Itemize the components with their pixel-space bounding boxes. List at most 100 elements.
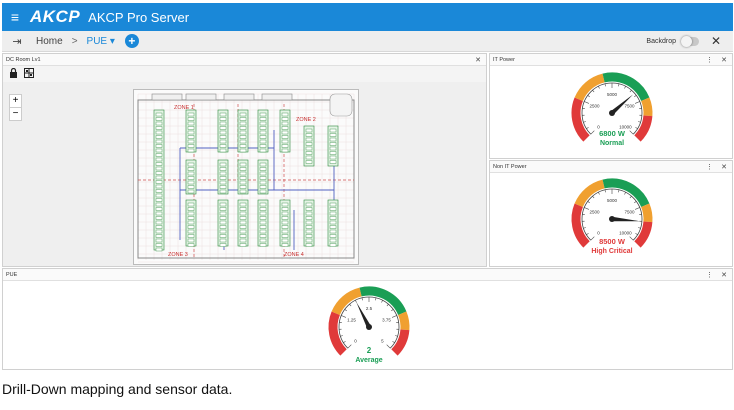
rack-unit <box>329 146 337 151</box>
pue-close-icon[interactable]: ✕ <box>721 271 727 279</box>
it_power-gauge-band <box>571 97 590 142</box>
rack-unit <box>259 176 267 180</box>
it-power-close-icon[interactable]: ✕ <box>721 56 727 64</box>
lock-icon[interactable] <box>9 67 18 80</box>
breadcrumb-home[interactable]: Home <box>36 36 63 47</box>
non_it_power-gauge-tick <box>604 189 606 193</box>
rack-unit <box>155 130 163 135</box>
rack-unit <box>305 211 313 216</box>
rack-unit <box>239 135 247 139</box>
crac-unit <box>185 93 217 101</box>
rack-unit <box>219 135 227 139</box>
non-it-power-close-icon[interactable]: ✕ <box>721 163 727 171</box>
rack-unit <box>329 155 337 160</box>
rack-unit <box>239 112 247 117</box>
dc-room-title: DC Room Lv1 <box>6 56 41 63</box>
rack-unit <box>219 148 227 153</box>
backdrop-toggle[interactable] <box>681 35 699 47</box>
non_it_power-gauge-tick-label: 0 <box>597 230 600 235</box>
rack-unit <box>259 229 267 234</box>
pue-gauge-tick <box>341 315 347 318</box>
rack-unit <box>239 148 247 153</box>
rack-unit <box>305 137 313 142</box>
app-title: AKCP Pro Server <box>88 9 190 25</box>
floor-plan-map[interactable]: ZONE 1 ZONE 2 ZONE 3 ZONE 4 <box>133 89 359 265</box>
rack-unit <box>187 148 195 153</box>
pue-gauge-tick <box>344 309 347 312</box>
rack-unit <box>155 180 163 184</box>
pue-gauge-tick <box>340 335 343 337</box>
pue-gauge-band <box>331 287 362 316</box>
rack-unit <box>305 243 313 247</box>
rack-unit <box>305 238 313 243</box>
rack-unit <box>187 171 195 176</box>
it_power-gauge-tick <box>583 121 586 123</box>
zone-label: ZONE 2 <box>296 117 316 123</box>
pue-gauge-tick <box>386 303 389 307</box>
rack-unit <box>155 189 163 193</box>
it_power-gauge-tick-label: 2500 <box>589 104 600 109</box>
rack-unit <box>305 128 313 133</box>
dc-room-header: DC Room Lv1 ✕ <box>3 54 486 66</box>
rack-unit <box>219 211 227 216</box>
crac-unit <box>151 93 183 101</box>
pue-gauge-band <box>391 329 410 356</box>
rack-unit <box>259 180 267 185</box>
add-widget-button[interactable]: + <box>124 34 139 48</box>
rack-unit <box>281 234 289 238</box>
rack-unit <box>281 202 289 207</box>
rack-unit <box>187 135 195 139</box>
rack-unit <box>187 112 195 117</box>
pue-gauge-tick <box>347 344 352 349</box>
rack-unit <box>259 238 267 243</box>
dc-room-close-icon[interactable]: ✕ <box>475 56 481 64</box>
dc-room-panel: DC Room Lv1 ✕ + − ZONE 1 ZONE 2 ZONE 3 ZONE… <box>2 53 487 267</box>
crac-unit <box>223 93 255 101</box>
logout-icon[interactable]: ⇥ <box>2 35 32 48</box>
it-power-menu-icon[interactable]: ⋮ <box>706 56 713 64</box>
non_it_power-gauge-band <box>574 179 605 208</box>
breadcrumb-current-view[interactable]: PUE ▾ <box>87 36 115 47</box>
it_power-gauge-tick <box>592 89 595 93</box>
rack-unit <box>155 148 163 153</box>
zoom-out-button[interactable]: − <box>10 107 21 120</box>
zoom-in-button[interactable]: + <box>10 95 21 107</box>
pue-gauge-tick <box>381 300 383 303</box>
close-view-icon[interactable]: ✕ <box>699 34 733 48</box>
rack-unit <box>281 117 289 121</box>
non_it_power-gauge-tick <box>586 233 589 235</box>
rack-unit <box>155 229 163 234</box>
rack-unit <box>239 220 247 225</box>
rack-unit <box>305 133 313 137</box>
pue-menu-icon[interactable]: ⋮ <box>706 271 713 279</box>
rack-unit <box>155 175 163 180</box>
grid-icon[interactable] <box>24 68 34 80</box>
non_it_power-gauge-tick <box>590 236 595 241</box>
rack-unit <box>259 189 267 194</box>
hamburger-menu-icon[interactable]: ≡ <box>4 9 26 25</box>
non_it_power-gauge-tick <box>629 195 632 199</box>
non_it_power-gauge-band <box>571 203 590 248</box>
non_it_power-gauge-tick <box>634 201 637 204</box>
rack-unit <box>329 225 337 229</box>
rack-unit <box>259 171 267 176</box>
pue-gauge-tick-label: 5 <box>381 338 384 343</box>
non_it_power-gauge-tick <box>587 201 590 204</box>
rack-unit <box>239 225 247 229</box>
rack-unit <box>239 207 247 211</box>
rack-unit <box>329 211 337 216</box>
non-it-power-gauge: 0 2500 5000 7500 10000 8500 W High Critical <box>571 178 653 255</box>
rack-unit <box>219 189 227 194</box>
rack-unit <box>219 126 227 130</box>
pue-header: PUE ⋮ ✕ <box>3 269 732 281</box>
rack-unit <box>281 148 289 153</box>
it_power-gauge-band <box>641 97 653 117</box>
it_power-gauge-tick <box>634 95 637 98</box>
non-it-power-value: 8500 W <box>599 237 626 246</box>
it_power-gauge-tick <box>635 127 638 129</box>
non-it-power-menu-icon[interactable]: ⋮ <box>706 163 713 171</box>
rack-unit <box>155 112 163 117</box>
rack-unit <box>259 144 267 148</box>
rack-unit <box>281 216 289 220</box>
rack-unit <box>187 167 195 171</box>
